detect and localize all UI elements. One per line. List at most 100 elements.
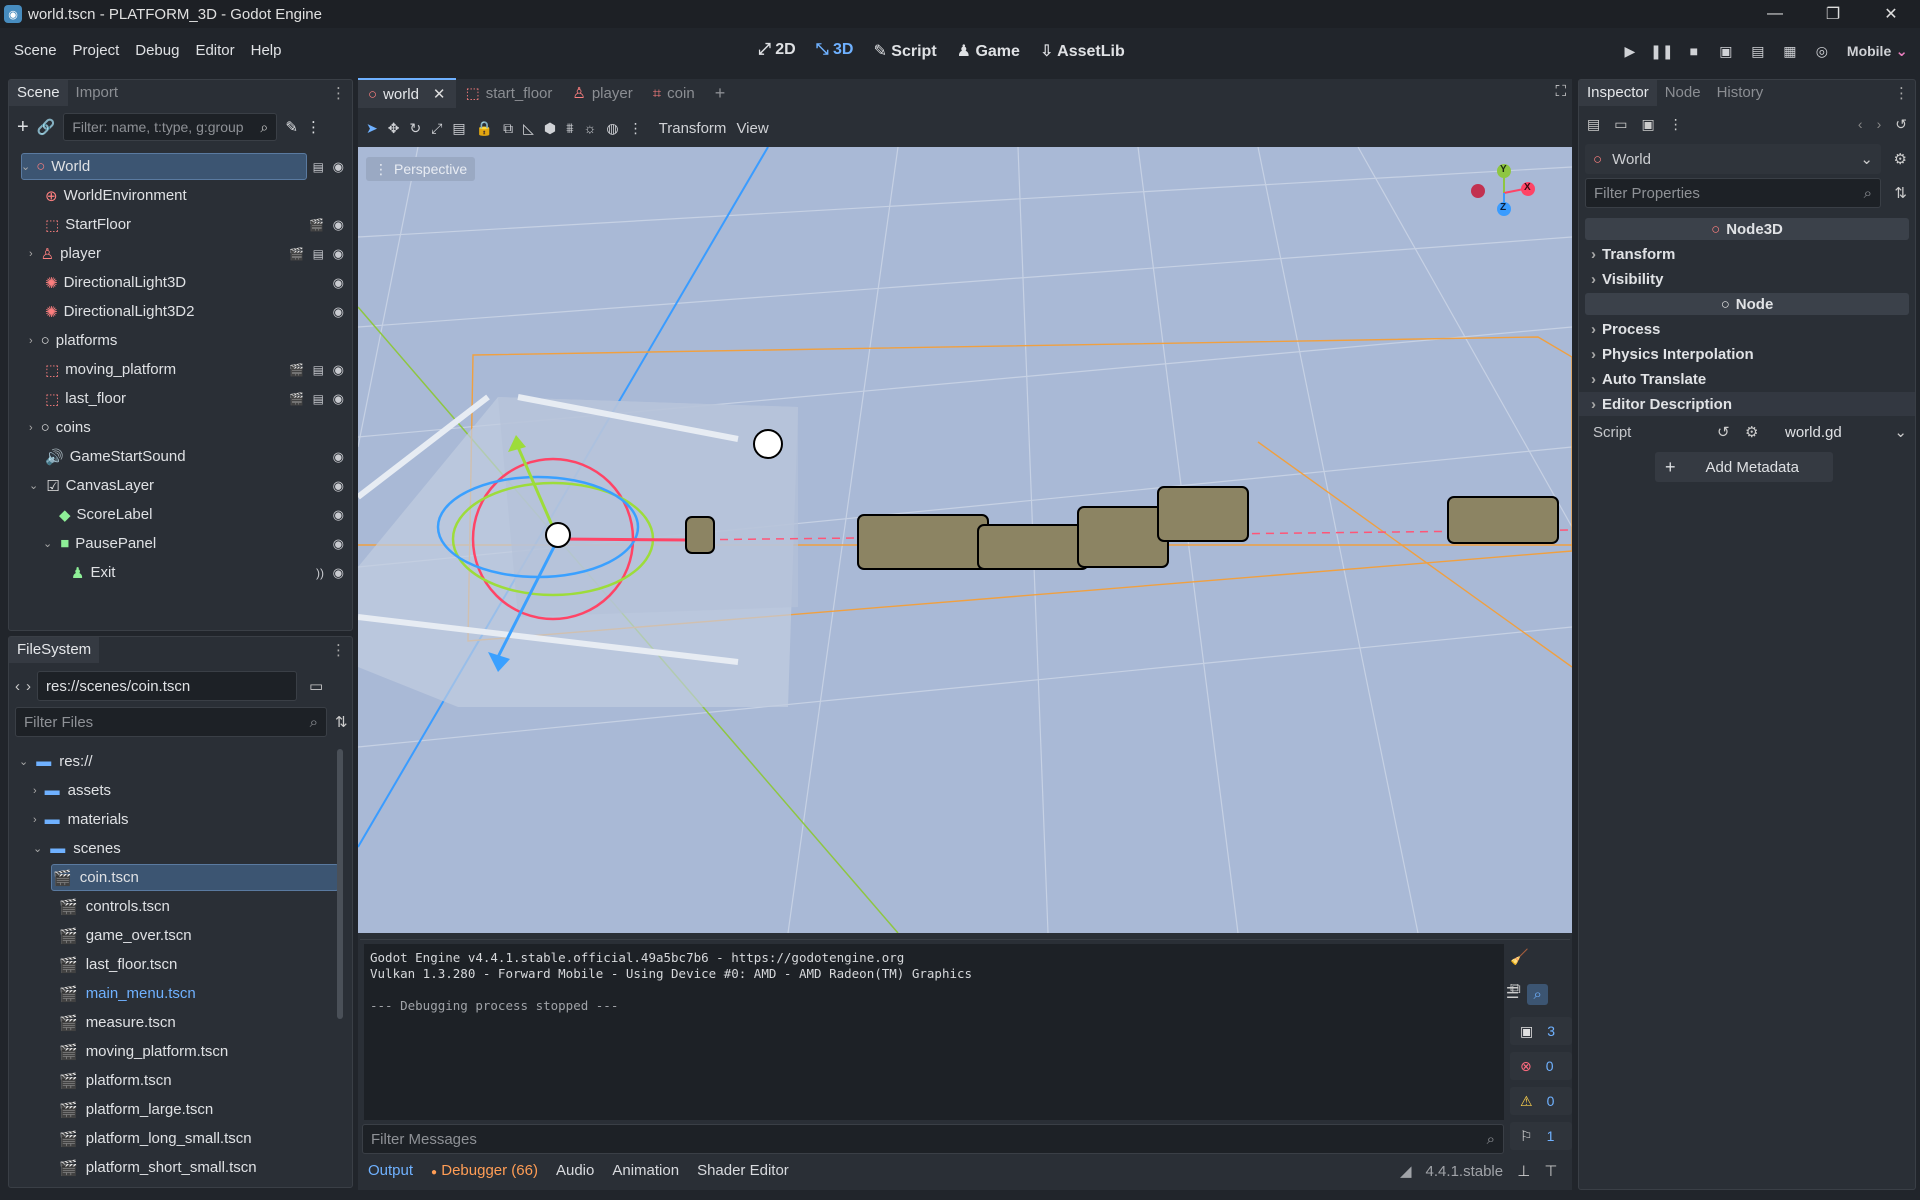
tree-item-canvaslayer[interactable]: ⌄ ☑ CanvasLayer ◉	[9, 471, 352, 500]
mode-script-button[interactable]: ✎ Script	[869, 41, 940, 61]
viewport-menu-icon[interactable]: ⋮	[629, 120, 643, 137]
lock-icon[interactable]: 🔒	[476, 120, 493, 137]
select-tool-icon[interactable]: ➤	[366, 120, 378, 137]
remote-debug-icon[interactable]: ▣	[1713, 43, 1739, 60]
resource-menu-icon[interactable]: ⋮	[1669, 116, 1683, 133]
snap-icon[interactable]: ⩩	[566, 120, 573, 137]
tab-audio[interactable]: Audio	[556, 1162, 594, 1179]
visibility-icon[interactable]: ◉	[333, 159, 344, 175]
tree-item-scorelabel[interactable]: ◆ ScoreLabel ◉	[9, 500, 352, 529]
open-scene-icon[interactable]: 🎬	[289, 392, 304, 406]
distraction-free-icon[interactable]: ⛶	[1555, 83, 1566, 100]
tab-history[interactable]: History	[1709, 80, 1772, 106]
tree-item-platforms[interactable]: › ○ platforms	[9, 326, 352, 355]
object-selector[interactable]: ○ World ⌄	[1585, 144, 1881, 174]
chevron-down-icon[interactable]: ⌄	[29, 479, 38, 492]
doc-tab-world[interactable]: ○ world ✕	[358, 78, 456, 108]
file-game-over[interactable]: 🎬 game_over.tscn	[9, 921, 345, 950]
tree-item-pausepanel[interactable]: ⌄ ■ PausePanel ◉	[9, 529, 352, 558]
file-platform-long-small[interactable]: 🎬 platform_long_small.tscn	[9, 1124, 345, 1153]
tab-filesystem[interactable]: FileSystem	[9, 637, 100, 663]
add-metadata-button[interactable]: + Add Metadata	[1655, 452, 1833, 482]
history-back-icon[interactable]: ‹	[1858, 116, 1863, 133]
menu-debug[interactable]: Debug	[127, 42, 187, 59]
visibility-icon[interactable]: ◉	[333, 565, 344, 581]
visibility-icon[interactable]: ◉	[333, 449, 344, 465]
engine-version[interactable]: 4.4.1.stable	[1426, 1163, 1504, 1180]
chevron-right-icon[interactable]: ›	[29, 335, 33, 347]
tree-item-directionallight3d[interactable]: ✺ DirectionalLight3D ◉	[9, 268, 352, 297]
warnings-filter[interactable]: ⚠ 0	[1510, 1087, 1572, 1115]
chevron-down-icon[interactable]: ⌄	[19, 755, 28, 768]
doc-tab-start-floor[interactable]: ⬚ start_floor	[456, 78, 563, 108]
minimize-button[interactable]: —	[1746, 0, 1804, 28]
chevron-right-icon[interactable]: ›	[33, 785, 37, 797]
chevron-right-icon[interactable]: ›	[29, 422, 33, 434]
environment-preview-icon[interactable]: ◍	[606, 120, 618, 137]
dock-menu-icon[interactable]: ⋮	[1894, 84, 1909, 102]
local-space-icon[interactable]: ⬢	[544, 120, 556, 137]
script-resource[interactable]: world.gd	[1785, 424, 1842, 441]
chevron-down-icon[interactable]: ⌄	[33, 842, 42, 855]
visibility-icon[interactable]: ◉	[333, 304, 344, 320]
perspective-menu[interactable]: ⋮ Perspective	[366, 157, 476, 181]
search-toggle-icon[interactable]: ⌕	[1527, 984, 1548, 1005]
file-moving-platform[interactable]: 🎬 moving_platform.tscn	[9, 1037, 345, 1066]
split-view-icon[interactable]: ▭	[309, 677, 323, 695]
file-platform-short-small[interactable]: 🎬 platform_short_small.tscn	[9, 1153, 345, 1182]
tab-shader-editor[interactable]: Shader Editor	[697, 1162, 789, 1179]
folder-assets[interactable]: › ▬ assets	[9, 776, 345, 805]
group-editor-description[interactable]: › Editor Description	[1579, 392, 1915, 416]
tab-debugger[interactable]: ● Debugger (66)	[431, 1162, 538, 1179]
script-icon[interactable]: ▤	[313, 392, 324, 406]
mode-assetlib-button[interactable]: ⇩ AssetLib	[1036, 41, 1129, 61]
rotate-tool-icon[interactable]: ↻	[409, 120, 421, 137]
open-resource-icon[interactable]: ▭	[1614, 116, 1627, 133]
play-icon[interactable]: ▶	[1617, 43, 1643, 60]
tab-scene[interactable]: Scene	[9, 80, 68, 106]
view-menu[interactable]: View	[736, 120, 768, 137]
filesystem-scrollbar[interactable]	[337, 749, 343, 1019]
list-select-icon[interactable]: ▤	[452, 120, 465, 137]
tree-item-coins[interactable]: › ○ coins	[9, 413, 352, 442]
forward-icon[interactable]: ›	[26, 678, 31, 695]
group-transform[interactable]: › Transform	[1579, 242, 1915, 266]
close-tab-icon[interactable]: ✕	[433, 85, 446, 103]
file-platform[interactable]: 🎬 platform.tscn	[9, 1066, 345, 1095]
tree-item-gamestartsound[interactable]: 🔊 GameStartSound ◉	[9, 442, 352, 471]
renderer-selector[interactable]: Mobile ⌄	[1847, 42, 1908, 60]
mode-3d-button[interactable]: ⤡ 3D	[812, 41, 858, 61]
scene-dock-menu-icon[interactable]: ⋮	[306, 118, 321, 136]
chevron-down-icon[interactable]: ⌄	[1894, 423, 1907, 441]
pause-icon[interactable]: ❚❚	[1649, 43, 1675, 60]
add-node-icon[interactable]: +	[17, 116, 29, 139]
errors-filter[interactable]: ⊗ 0	[1510, 1052, 1572, 1080]
visibility-icon[interactable]: ◉	[333, 536, 344, 552]
dock-menu-icon[interactable]: ⋮	[331, 84, 346, 102]
tree-item-exit[interactable]: ♟ Exit)) ◉	[9, 558, 352, 587]
menu-project[interactable]: Project	[65, 42, 128, 59]
tree-item-player[interactable]: › ♙ player 🎬 ▤ ◉	[9, 239, 352, 268]
visibility-icon[interactable]: ◉	[333, 478, 344, 494]
tree-item-world[interactable]: ⌄ ○ World ▤ ◉	[9, 152, 352, 181]
menu-scene[interactable]: Scene	[6, 42, 65, 59]
visibility-icon[interactable]: ◉	[333, 217, 344, 233]
move-tool-icon[interactable]: ✥	[388, 120, 400, 137]
visibility-icon[interactable]: ◉	[333, 391, 344, 407]
tree-item-last-floor[interactable]: ⬚ last_floor 🎬 ▤ ◉	[9, 384, 352, 413]
script-icon[interactable]: ▤	[313, 247, 324, 261]
visibility-icon[interactable]: ◉	[333, 507, 344, 523]
gear-icon[interactable]: ⚙	[1745, 423, 1758, 441]
open-scene-icon[interactable]: 🎬	[289, 247, 304, 261]
attach-script-icon[interactable]: ✎	[285, 118, 298, 136]
play-scene-icon[interactable]: ▤	[1745, 43, 1771, 60]
doc-tab-coin[interactable]: ⌗ coin	[643, 78, 705, 108]
ruler-icon[interactable]: ◺	[523, 120, 534, 137]
visibility-icon[interactable]: ◉	[333, 246, 344, 262]
open-scene-icon[interactable]: 🎬	[289, 363, 304, 377]
filter-properties-input[interactable]: Filter Properties ⌕	[1585, 178, 1881, 208]
view-gizmo[interactable]: Y X Z	[1466, 161, 1538, 221]
chevron-right-icon[interactable]: ›	[33, 814, 37, 826]
tree-item-startfloor[interactable]: ⬚ StartFloor 🎬 ◉	[9, 210, 352, 239]
scale-tool-icon[interactable]: ⤢	[431, 120, 442, 137]
